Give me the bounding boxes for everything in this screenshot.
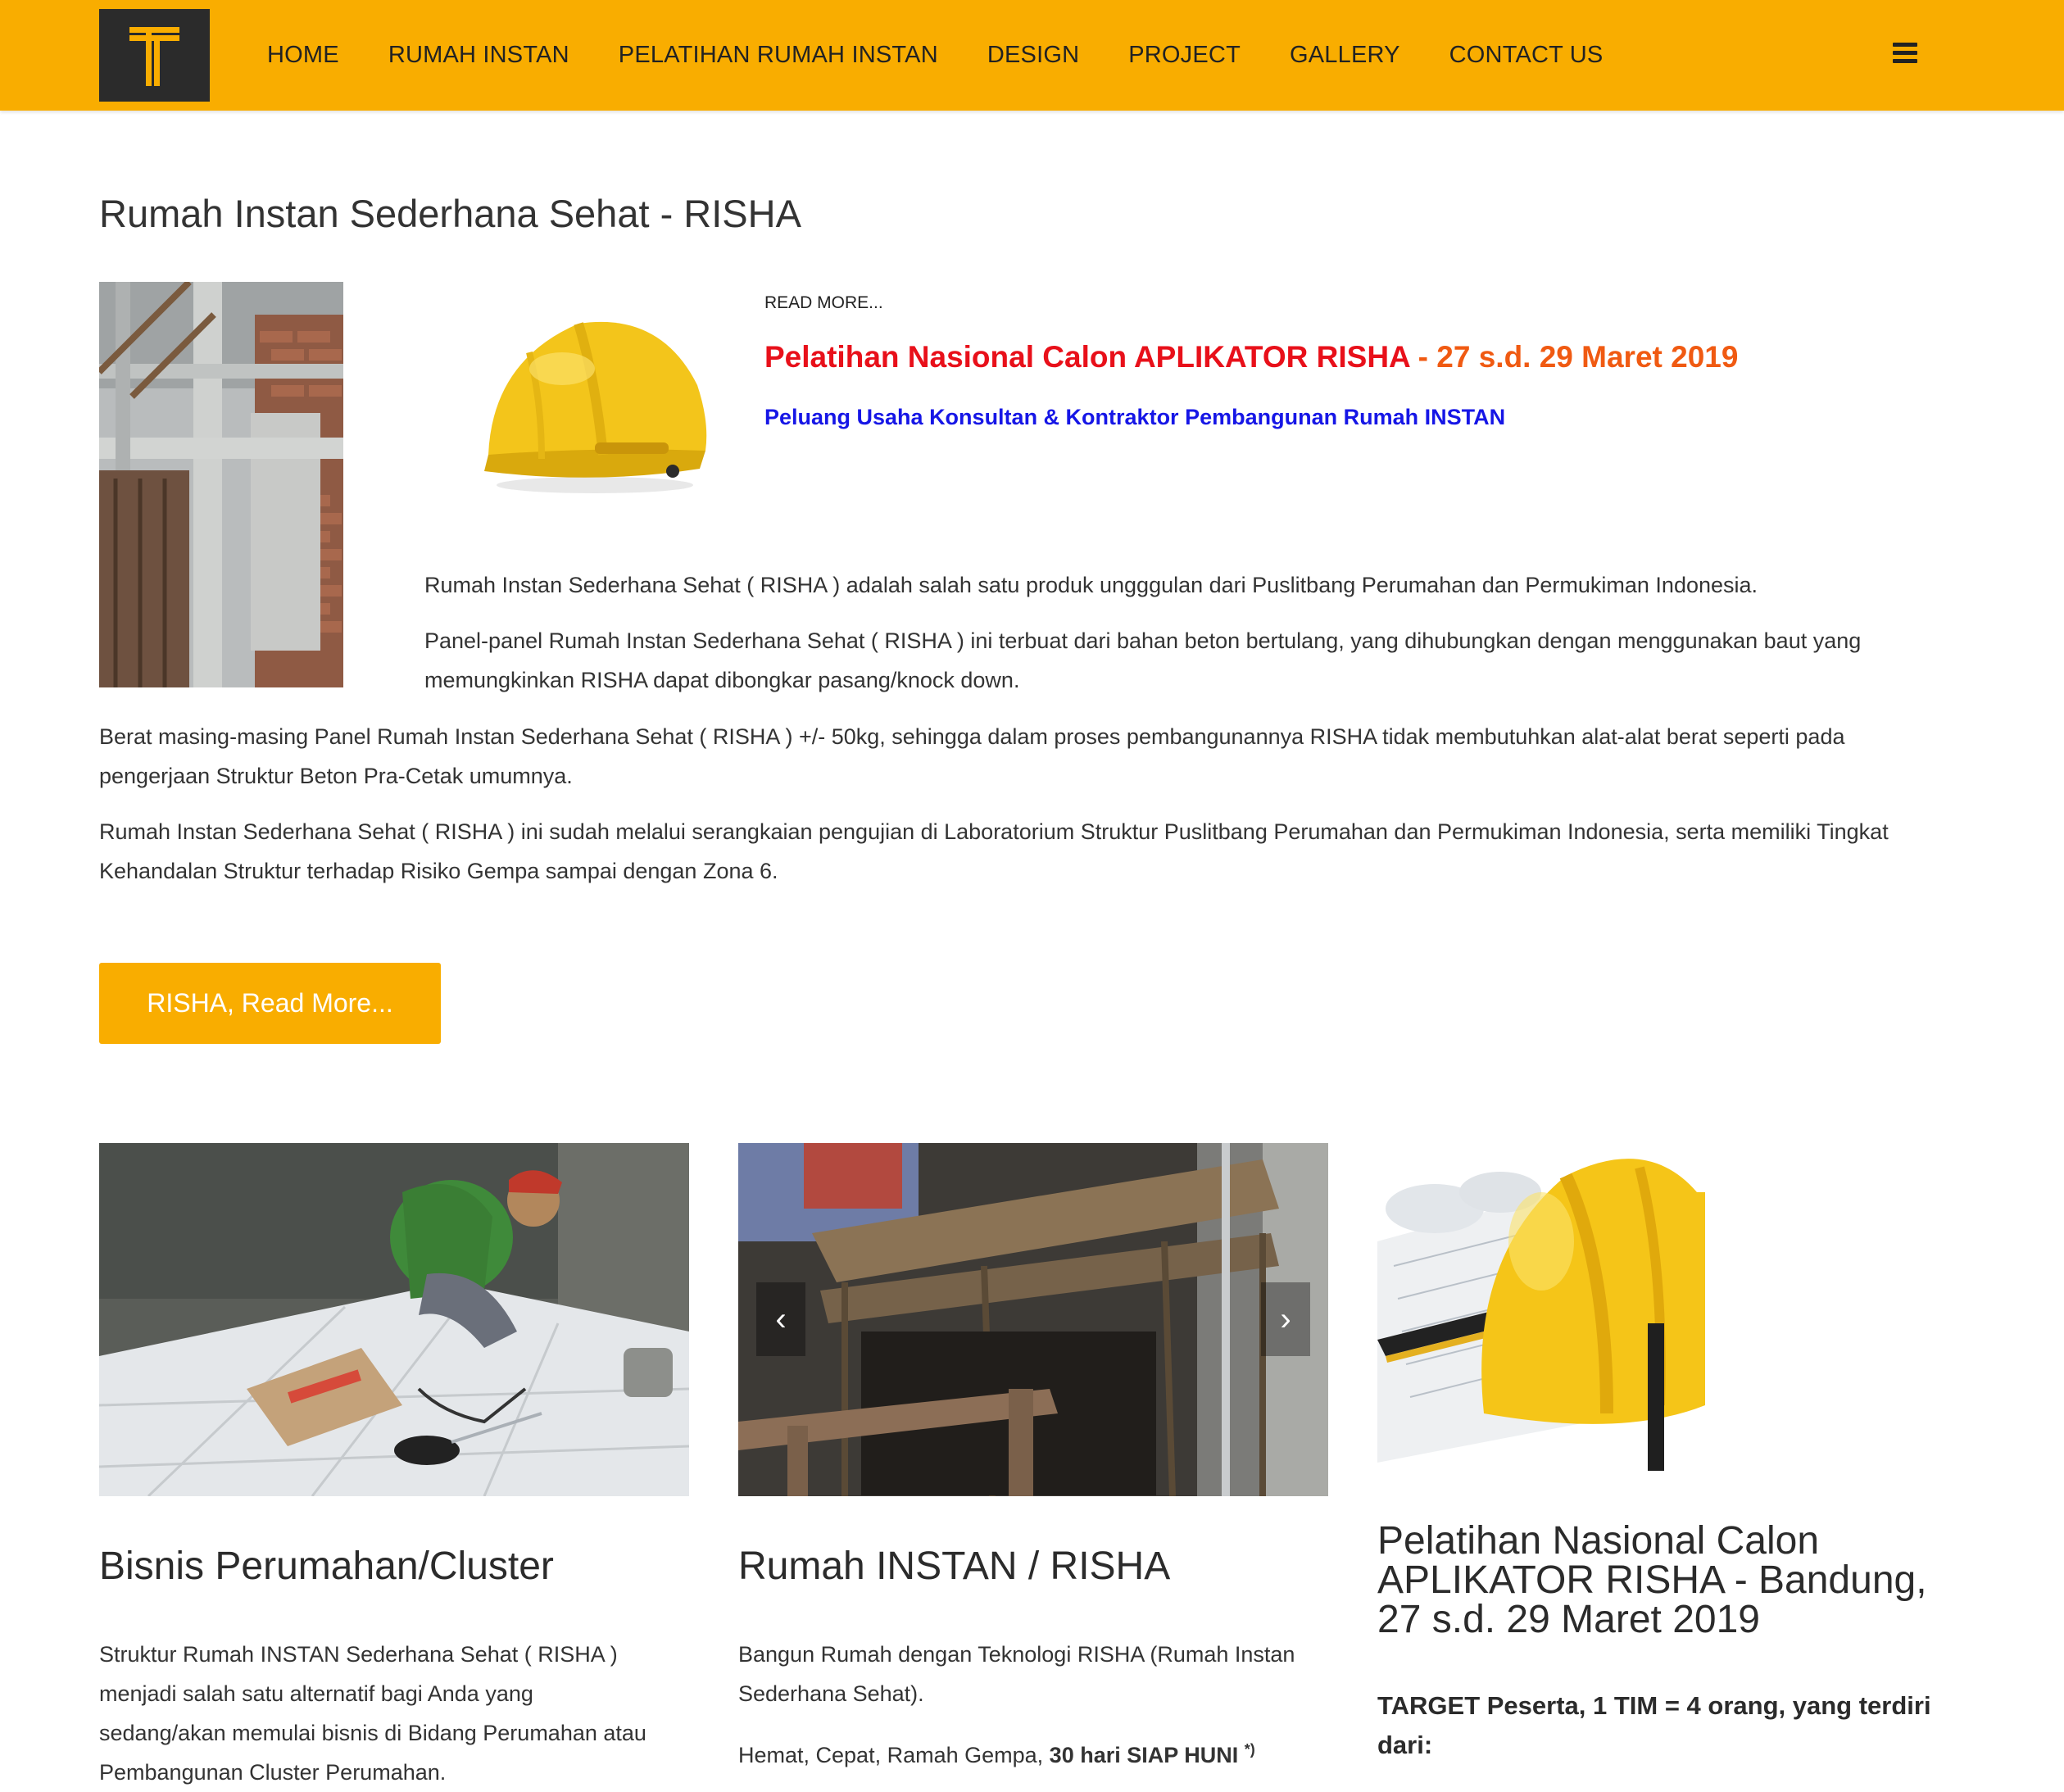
intro-paragraph-1: Rumah Instan Sederhana Sehat ( RISHA ) a… (424, 573, 1758, 597)
intro-paragraph-2-line-1: Panel-panel Rumah Instan Sederhana Sehat… (424, 628, 1862, 653)
nav-rumah-instan[interactable]: RUMAH INSTAN (388, 42, 569, 69)
training-headline-main: Pelatihan Nasional Calon APLIKATOR RISHA (764, 340, 1410, 374)
hamburger-menu-icon[interactable] (1893, 43, 1917, 64)
training-subtitle: Peluang Usaha Konsultan & Kontraktor Pem… (764, 405, 1506, 429)
nav-project[interactable]: PROJECT (1128, 42, 1241, 69)
intro-paragraph-4-line-2: Kehandalan Struktur terhadap Risiko Gemp… (99, 859, 778, 883)
intro-paragraph-3-line-1: Berat masing-masing Panel Rumah Instan S… (99, 724, 1845, 749)
worker-tiling-photo (99, 1143, 689, 1496)
formwork-carousel[interactable]: ‹ › (738, 1143, 1328, 1496)
nav-gallery[interactable]: GALLERY (1290, 42, 1400, 69)
column-2-footnote-mark: *) (1244, 1741, 1255, 1758)
logo-t-icon (129, 27, 179, 86)
carousel-prev-button[interactable]: ‹ (756, 1282, 805, 1356)
column-2-text-line-1: Bangun Rumah dengan Teknologi RISHA (Rum… (738, 1642, 1295, 1667)
intro-paragraph-4-line-1: Rumah Instan Sederhana Sehat ( RISHA ) i… (99, 819, 1889, 844)
column-1-title: Bisnis Perumahan/Cluster (99, 1545, 554, 1588)
column-2-text-line-2: Sederhana Sehat). (738, 1681, 924, 1706)
intro-paragraph-2-line-2: memungkinkan RISHA dapat dibongkar pasan… (424, 668, 1020, 692)
read-more-link[interactable]: READ MORE... (764, 293, 883, 313)
column-3-title-line-1: Pelatihan Nasional Calon (1377, 1519, 1820, 1563)
column-3-target-line-2: dari: (1377, 1731, 1433, 1759)
page-title: Rumah Instan Sederhana Sehat - RISHA (99, 192, 801, 235)
intro-paragraph-3-line-2: pengerjaan Struktur Beton Pra-Cetak umum… (99, 764, 573, 788)
nav-pelatihan-rumah-instan[interactable]: PELATIHAN RUMAH INSTAN (619, 42, 938, 69)
column-1-text-line-4: Pembangunan Cluster Perumahan. (99, 1760, 447, 1785)
column-1-text-line-3: sedang/akan memulai bisnis di Bidang Per… (99, 1721, 646, 1745)
column-1-text-line-1: Struktur Rumah INSTAN Sederhana Sehat ( … (99, 1642, 618, 1667)
training-headline-date: - 27 s.d. 29 Maret 2019 (1409, 340, 1739, 374)
training-headline[interactable]: Pelatihan Nasional Calon APLIKATOR RISHA… (764, 340, 1738, 374)
column-2-text-line-3: Hemat, Cepat, Ramah Gempa, 30 hari SIAP … (738, 1730, 1255, 1775)
helmet-blueprint-image (1377, 1143, 1705, 1471)
column-3-title-line-2: APLIKATOR RISHA - Bandung, (1377, 1558, 1927, 1602)
carousel-next-button[interactable]: › (1261, 1282, 1310, 1356)
nav-design[interactable]: DESIGN (987, 42, 1079, 69)
column-3-title-line-3: 27 s.d. 29 Maret 2019 (1377, 1598, 1760, 1641)
site-logo[interactable] (99, 9, 210, 102)
risha-read-more-button[interactable]: RISHA, Read More... (99, 963, 441, 1044)
formwork-photo (738, 1143, 1328, 1496)
risha-frame-photo (99, 282, 343, 687)
nav-home[interactable]: HOME (267, 42, 339, 69)
nav-contact-us[interactable]: CONTACT US (1449, 42, 1604, 69)
top-navigation-bar: HOME RUMAH INSTAN PELATIHAN RUMAH INSTAN… (0, 0, 2064, 111)
column-1-text-line-2: menjadi salah satu alternatif bagi Anda … (99, 1681, 533, 1706)
column-2-benefits: Hemat, Cepat, Ramah Gempa, (738, 1743, 1050, 1767)
column-2-title: Rumah INSTAN / RISHA (738, 1545, 1171, 1588)
yellow-helmet-image (472, 311, 718, 500)
main-nav: HOME RUMAH INSTAN PELATIHAN RUMAH INSTAN… (267, 0, 1652, 111)
column-2-ready-in-30-days: 30 hari SIAP HUNI (1049, 1743, 1239, 1767)
column-3-target-line-1: TARGET Peserta, 1 TIM = 4 orang, yang te… (1377, 1691, 1931, 1720)
